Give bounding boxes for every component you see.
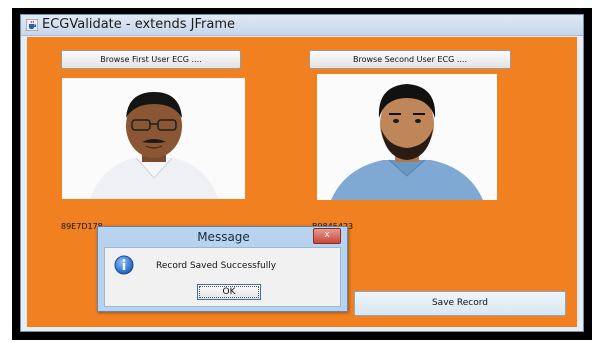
window-titlebar[interactable]: ECGValidate - extends JFrame [21,15,583,36]
message-dialog: Message x Record Saved Successfully OK [97,226,348,312]
window-title: ECGValidate - extends JFrame [42,17,236,32]
ok-button[interactable]: OK [197,284,261,300]
browse-second-user-button[interactable]: Browse Second User ECG .... [309,50,511,69]
first-user-photo [62,78,245,199]
close-button[interactable]: x [313,228,341,244]
second-user-photo [317,74,497,200]
dialog-body: Record Saved Successfully OK [104,247,341,307]
java-cup-icon [26,19,38,31]
dialog-message: Record Saved Successfully [156,261,277,271]
dialog-title: Message [197,230,250,244]
browse-first-user-button[interactable]: Browse First User ECG .... [61,50,241,69]
save-record-button[interactable]: Save Record [354,291,566,316]
info-icon [114,255,134,275]
